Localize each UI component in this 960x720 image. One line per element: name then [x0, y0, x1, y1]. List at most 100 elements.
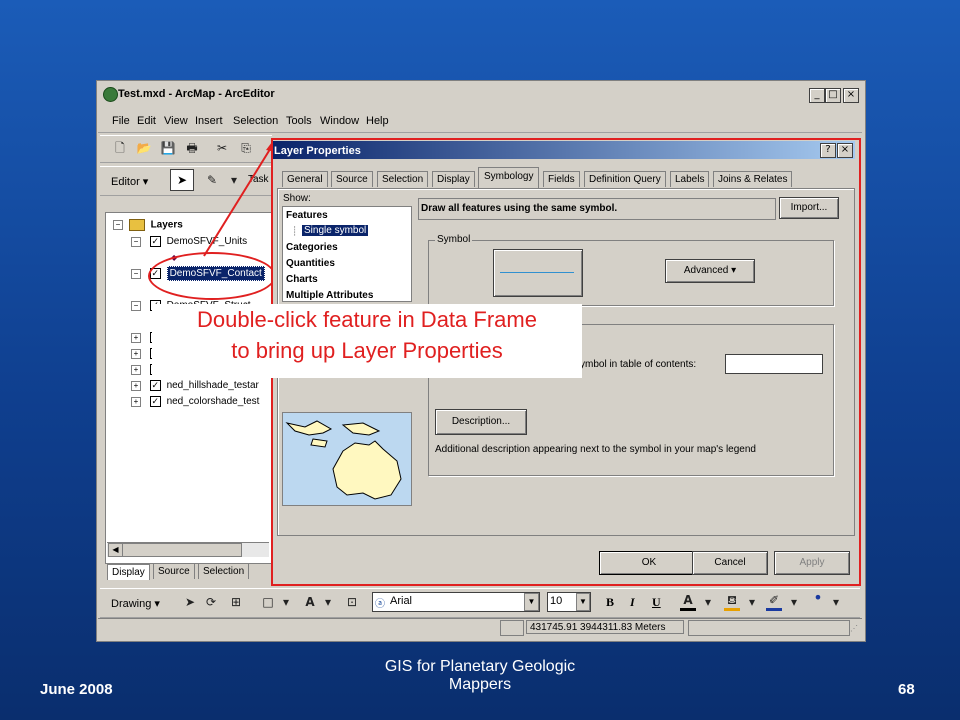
tab-symbology[interactable]: Symbology: [478, 167, 540, 188]
collapse-icon[interactable]: −: [113, 220, 123, 230]
underline-button[interactable]: U: [652, 595, 661, 610]
collapse-icon[interactable]: −: [131, 268, 141, 279]
minimize-button[interactable]: _: [809, 88, 825, 103]
show-item-categories[interactable]: Categories: [286, 242, 338, 253]
help-icon[interactable]: ?: [820, 143, 836, 158]
rectangle-icon[interactable]: □: [260, 594, 276, 610]
menu-file[interactable]: File: [112, 115, 130, 127]
fill-color-icon[interactable]: ⛾: [724, 592, 740, 611]
show-item-charts[interactable]: Charts: [286, 274, 318, 285]
description-text: Additional description appearing next to…: [435, 444, 756, 455]
tab-source[interactable]: Source: [153, 563, 195, 579]
apply-button[interactable]: Apply: [774, 551, 850, 575]
callout-line-1: Double-click feature in Data Frame: [197, 307, 537, 332]
bold-button[interactable]: B: [606, 595, 614, 610]
menu-tools[interactable]: Tools: [286, 115, 312, 127]
scrollbar-thumb[interactable]: [122, 543, 242, 557]
symbol-button[interactable]: [493, 249, 583, 297]
expand-icon[interactable]: +: [131, 364, 141, 375]
tab-general[interactable]: General: [282, 171, 328, 187]
import-button[interactable]: Import...: [779, 197, 839, 219]
italic-button[interactable]: I: [630, 595, 635, 610]
layer-checkbox[interactable]: ✓: [149, 396, 161, 407]
chevron-down-icon[interactable]: ▼: [576, 593, 590, 611]
expand-icon[interactable]: +: [131, 332, 141, 343]
ok-button[interactable]: OK: [599, 551, 699, 575]
zoom-whole-page-icon[interactable]: ⊞: [228, 594, 244, 610]
tab-display[interactable]: Display: [107, 564, 150, 580]
dialog-title: Layer Properties: [274, 145, 361, 157]
resize-grip-icon[interactable]: ⋰: [850, 624, 858, 633]
menu-insert[interactable]: Insert: [195, 115, 223, 127]
menu-window[interactable]: Window: [320, 115, 359, 127]
save-icon[interactable]: 💾: [160, 140, 176, 156]
chevron-down-icon[interactable]: ▾: [828, 594, 844, 610]
new-document-icon[interactable]: 🗋: [112, 140, 128, 156]
maximize-button[interactable]: □: [825, 88, 841, 103]
menu-view[interactable]: View: [164, 115, 188, 127]
menu-edit[interactable]: Edit: [137, 115, 156, 127]
tab-display[interactable]: Display: [432, 171, 475, 187]
font-type-icon: ⓐ: [375, 599, 385, 610]
font-value: Arial: [390, 595, 413, 607]
collapse-icon[interactable]: −: [131, 236, 141, 247]
description-button[interactable]: Description...: [435, 409, 527, 435]
window-title: Test.mxd - ArcMap - ArcEditor: [118, 88, 275, 100]
text-icon[interactable]: A: [302, 594, 318, 610]
chevron-down-icon[interactable]: ▼: [524, 593, 539, 611]
instruction-callout: Double-click feature in Data Frame to br…: [152, 304, 582, 378]
chevron-down-icon[interactable]: ▾: [700, 594, 716, 610]
dialog-close-icon[interactable]: ×: [837, 143, 853, 158]
menu-help[interactable]: Help: [366, 115, 389, 127]
footer-title: GIS for Planetary Geologic Mappers: [330, 658, 630, 694]
toc-layer[interactable]: + ✓ ned_hillshade_testar: [131, 380, 259, 391]
symbology-heading: Draw all features using the same symbol.: [421, 203, 618, 214]
show-item-multiple-attributes[interactable]: Multiple Attributes: [286, 290, 373, 301]
expand-icon[interactable]: +: [131, 348, 141, 359]
tab-labels[interactable]: Labels: [670, 171, 710, 187]
tab-definition-query[interactable]: Definition Query: [584, 171, 666, 187]
show-item-features[interactable]: Features: [286, 210, 328, 221]
font-color-icon[interactable]: A: [680, 592, 696, 611]
cancel-button[interactable]: Cancel: [692, 551, 768, 575]
chevron-down-icon[interactable]: ▾: [278, 594, 294, 610]
expand-icon[interactable]: +: [131, 380, 141, 391]
arcmap-globe-icon: [103, 87, 118, 102]
tab-selection[interactable]: Selection: [377, 171, 429, 187]
status-panel: [688, 620, 850, 636]
advanced-button[interactable]: Advanced ▾: [665, 259, 755, 283]
chevron-down-icon[interactable]: ▾: [744, 594, 760, 610]
expand-icon[interactable]: +: [131, 396, 141, 407]
print-icon[interactable]: 🖶: [184, 140, 200, 156]
layer-checkbox[interactable]: ✓: [149, 236, 161, 247]
toc-root[interactable]: − Layers: [113, 219, 183, 231]
chevron-down-icon[interactable]: ▾: [320, 594, 336, 610]
show-item-quantities[interactable]: Quantities: [286, 258, 335, 269]
tab-source[interactable]: Source: [331, 171, 373, 187]
legend-label-input[interactable]: [725, 354, 823, 374]
menu-selection[interactable]: Selection: [233, 115, 278, 127]
drawing-menu[interactable]: Drawing ▾: [111, 597, 160, 610]
show-item-single-symbol[interactable]: Single symbol: [302, 225, 369, 236]
tab-selection[interactable]: Selection: [198, 563, 250, 579]
close-button[interactable]: ×: [843, 88, 859, 103]
edit-vertices-icon[interactable]: ⊡: [344, 594, 360, 610]
coordinate-readout: 431745.91 3944311.83 Meters: [526, 620, 684, 634]
collapse-icon[interactable]: −: [131, 300, 141, 311]
layer-name: ned_colorshade_test: [166, 396, 260, 408]
edit-tool-icon[interactable]: ➤: [170, 169, 194, 191]
symbol-groupbox: [428, 240, 834, 306]
rotate-icon[interactable]: ⟳: [203, 594, 219, 610]
editor-menu[interactable]: Editor ▾: [111, 175, 148, 188]
open-folder-icon[interactable]: 📂: [136, 140, 152, 156]
layer-checkbox[interactable]: ✓: [149, 380, 161, 391]
toc-layer[interactable]: + ✓ ned_colorshade_test: [131, 396, 259, 407]
scroll-left-icon[interactable]: ◀: [108, 543, 123, 557]
marker-color-icon[interactable]: •: [810, 590, 826, 606]
tab-joins-relates[interactable]: Joins & Relates: [713, 171, 793, 187]
line-color-icon[interactable]: ✐: [766, 592, 782, 611]
show-label: Show:: [283, 193, 311, 204]
select-elements-icon[interactable]: ➤: [182, 594, 198, 610]
tab-fields[interactable]: Fields: [543, 171, 580, 187]
chevron-down-icon[interactable]: ▾: [786, 594, 802, 610]
